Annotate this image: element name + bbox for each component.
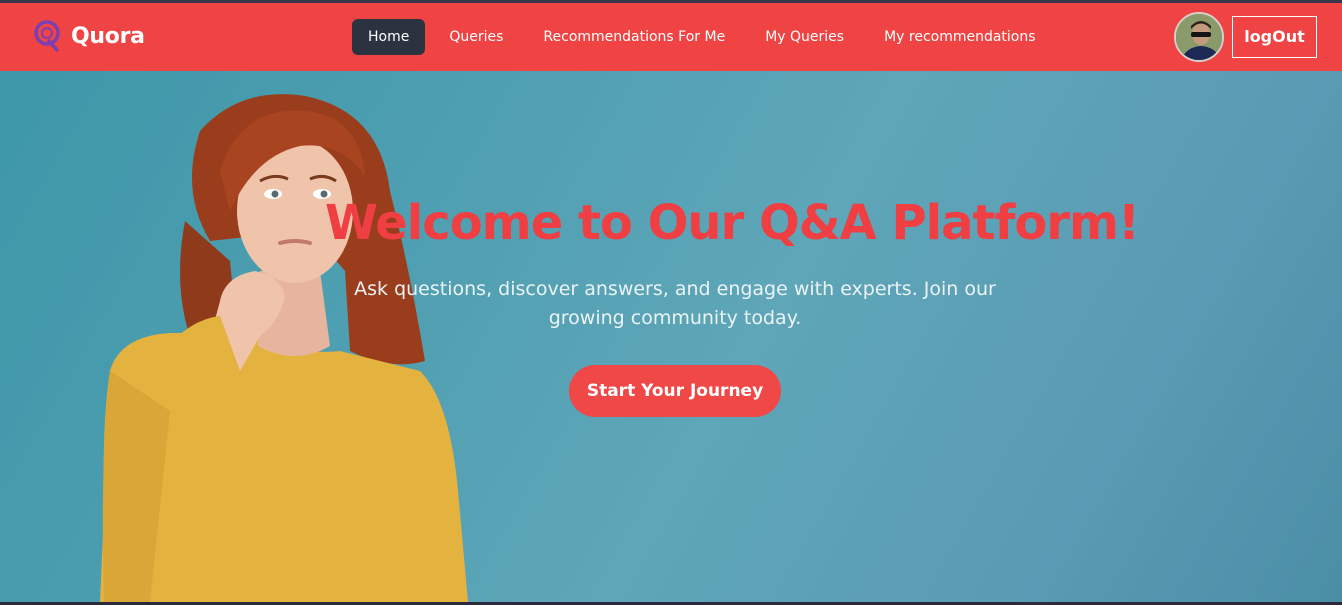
navbar: Quora Home Queries Recommendations For M… — [0, 3, 1342, 71]
hero-title: Welcome to Our Q&A Platform! — [325, 195, 1140, 251]
user-avatar[interactable] — [1174, 12, 1224, 62]
nav-queries[interactable]: Queries — [433, 19, 519, 55]
hero-content: Welcome to Our Q&A Platform! Ask questio… — [325, 195, 1140, 417]
q-logo-icon — [34, 20, 60, 52]
brand-name: Quora — [71, 23, 145, 49]
nav-home[interactable]: Home — [352, 19, 426, 55]
nav-links: Home Queries Recommendations For Me My Q… — [352, 19, 1052, 55]
hero-section: Welcome to Our Q&A Platform! Ask questio… — [0, 71, 1342, 602]
start-journey-button[interactable]: Start Your Journey — [569, 365, 781, 417]
logout-button[interactable]: logOut — [1232, 16, 1317, 58]
nav-my-queries[interactable]: My Queries — [749, 19, 860, 55]
nav-recommendations-for-me[interactable]: Recommendations For Me — [527, 19, 741, 55]
hero-subtitle: Ask questions, discover answers, and eng… — [354, 278, 996, 329]
avatar-photo — [1176, 14, 1222, 60]
nav-my-recommendations[interactable]: My recommendations — [868, 19, 1051, 55]
brand[interactable]: Quora — [33, 19, 145, 53]
page: Quora Home Queries Recommendations For M… — [0, 0, 1342, 605]
